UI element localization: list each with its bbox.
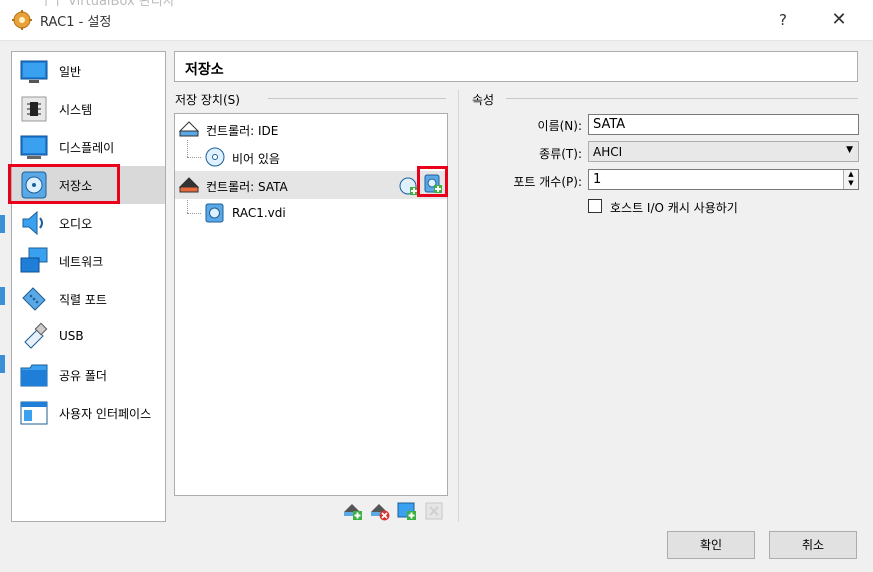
category-label: 시스템 [59, 103, 93, 117]
type-select-value: AHCI [593, 145, 623, 159]
tree-item-ide-controller[interactable]: 컨트롤러: IDE [175, 115, 447, 143]
host-io-cache-label[interactable]: 호스트 I/O 캐시 사용하기 [610, 199, 738, 216]
tree-item-empty-optical[interactable]: 비어 있음 [175, 143, 447, 171]
storage-devices-label: 저장 장치(S) [175, 93, 240, 107]
add-attachment-icon[interactable] [397, 501, 417, 521]
ok-button[interactable]: 확인 [667, 531, 755, 559]
remove-controller-icon[interactable] [370, 501, 390, 521]
section-title: 저장소 [174, 51, 858, 82]
tree-item-label: 비어 있음 [232, 152, 280, 166]
storage-tree[interactable]: 컨트롤러: IDE 비어 있음 컨트롤러: SATA RAC1.vdi [174, 113, 448, 496]
category-label: 오디오 [59, 217, 93, 231]
spin-down-icon[interactable]: ▼ [844, 179, 858, 188]
chevron-down-icon: ▼ [846, 145, 853, 155]
tree-item-label: RAC1.vdi [232, 206, 286, 220]
add-controller-icon[interactable] [343, 501, 363, 521]
hard-disk-icon [205, 203, 224, 223]
background-edge [0, 355, 5, 373]
spin-buttons: ▲ ▼ [843, 170, 858, 189]
type-select[interactable]: AHCI ▼ [588, 141, 859, 162]
shared-folder-icon [20, 364, 48, 387]
category-audio[interactable]: 오디오 [12, 204, 165, 242]
ports-spinbox[interactable]: 1 ▲ ▼ [588, 169, 859, 190]
attributes-label: 속성 [472, 93, 495, 107]
window-title: RAC1 - 설정 [40, 15, 112, 30]
ports-label: 포트 개수(P): [513, 175, 582, 189]
sata-controller-icon [178, 177, 200, 193]
virtualbox-settings-icon [12, 10, 32, 30]
tree-item-label: 컨트롤러: SATA [206, 180, 288, 194]
category-user-interface[interactable]: 사용자 인터페이스 [12, 394, 165, 432]
panel-divider [458, 90, 459, 522]
serial-port-icon [22, 287, 46, 311]
close-button[interactable]: ✕ [826, 8, 852, 32]
background-window-title: ㅣㅏ VirtualBox 관리자 [40, 0, 175, 9]
general-icon [20, 60, 48, 83]
cd-icon [205, 147, 225, 167]
help-button[interactable]: ? [770, 8, 796, 32]
add-optical-drive-icon[interactable] [399, 176, 419, 196]
cancel-button[interactable]: 취소 [769, 531, 857, 559]
tree-item-sata-controller[interactable]: 컨트롤러: SATA [175, 171, 447, 199]
category-label: 공유 폴더 [59, 369, 107, 383]
tree-item-label: 컨트롤러: IDE [206, 124, 279, 138]
category-serial-port[interactable]: 직렬 포트 [12, 280, 165, 318]
highlight-annotation-storage [8, 164, 120, 204]
network-icon [20, 247, 48, 273]
category-display[interactable]: 디스플레이 [12, 128, 165, 166]
group-divider [268, 98, 446, 99]
type-label: 종류(T): [539, 147, 582, 161]
system-icon [21, 96, 47, 122]
category-label: 디스플레이 [59, 141, 115, 155]
audio-icon [22, 210, 43, 236]
category-usb[interactable]: USB [12, 318, 165, 356]
spin-up-icon[interactable]: ▲ [844, 170, 858, 179]
ide-controller-icon [178, 121, 200, 137]
user-interface-icon [20, 401, 48, 425]
category-label: 네트워크 [59, 255, 104, 269]
category-general[interactable]: 일반 [12, 52, 165, 90]
highlight-annotation-add-disk [417, 166, 448, 197]
category-label: 사용자 인터페이스 [59, 407, 152, 421]
settings-category-list: 일반 시스템 디스플레이 저장소 오디오 네트워크 직렬 포트 USB 공유 폴… [11, 51, 166, 522]
category-label: 일반 [59, 65, 82, 79]
category-system[interactable]: 시스템 [12, 90, 165, 128]
tree-item-disk-rac1[interactable]: RAC1.vdi [175, 199, 447, 227]
background-edge [0, 215, 5, 233]
category-label: USB [59, 329, 84, 343]
category-label: 직렬 포트 [59, 293, 107, 307]
category-network[interactable]: 네트워크 [12, 242, 165, 280]
usb-icon [24, 322, 48, 349]
display-icon [20, 135, 48, 159]
background-edge [0, 287, 5, 305]
category-shared-folder[interactable]: 공유 폴더 [12, 356, 165, 394]
host-io-cache-checkbox[interactable] [588, 199, 602, 213]
remove-attachment-icon[interactable] [424, 501, 444, 521]
title-bar: ㅣㅏ VirtualBox 관리자 RAC1 - 설정 ? ✕ [0, 0, 873, 41]
name-label: 이름(N): [537, 119, 582, 133]
ports-value: 1 [593, 172, 602, 187]
name-input[interactable]: SATA [588, 114, 859, 135]
group-divider [506, 98, 858, 99]
